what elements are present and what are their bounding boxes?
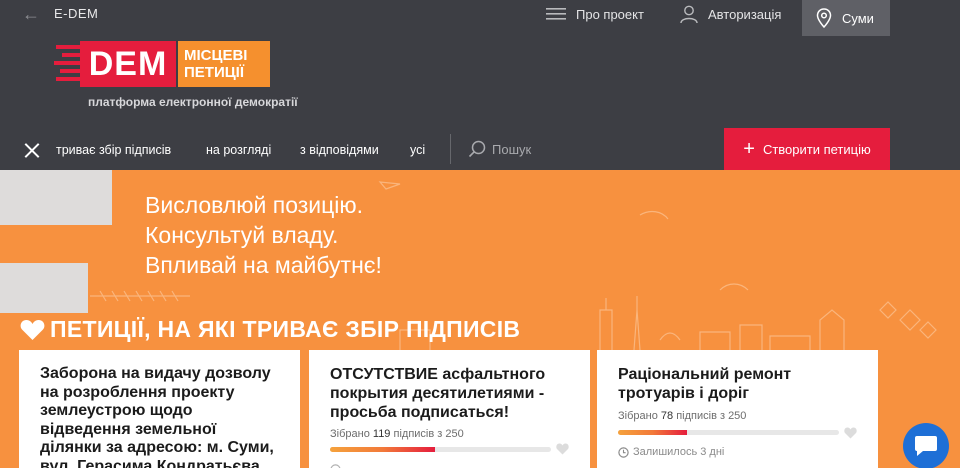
slogan-line-1: Висловлюй позицію. — [145, 192, 364, 218]
petition-card[interactable]: ОТСУТСТВИЕ асфальтного покрытия десятиле… — [309, 350, 590, 468]
header: ← E-DEM Про проект Авторизація Суми DEM … — [0, 0, 960, 130]
tab-under-review[interactable]: на розгляді — [206, 143, 271, 157]
progress-fill — [330, 447, 436, 452]
petition-card[interactable]: Заборона на видачу дозволу на розробленн… — [19, 350, 300, 468]
signed-number: 119 — [372, 428, 391, 440]
brand-link[interactable]: E-DEM — [54, 6, 98, 21]
logo-line-1: МІСЦЕВІ — [184, 47, 248, 64]
chat-button[interactable] — [903, 423, 949, 468]
tab-answered[interactable]: з відповідями — [300, 143, 379, 157]
slogan-line-2: Консультуй владу. — [145, 222, 339, 248]
nav-divider — [450, 134, 451, 164]
days-left: Залишилось 3 дні — [618, 446, 724, 458]
heart-icon — [20, 319, 45, 340]
signed-prefix: Зібрано — [618, 410, 658, 422]
petition-card[interactable]: Раціональний ремонт тротуарів і доріг Зі… — [597, 350, 878, 468]
progress-bar — [618, 430, 839, 435]
slogan-line-3: Впливай на майбутнє! — [145, 252, 382, 278]
about-label: Про проект — [576, 6, 644, 22]
plus-icon: + — [743, 137, 755, 160]
auth-label: Авторизація — [708, 6, 782, 22]
search-placeholder: Пошук — [492, 141, 532, 157]
logo-dem[interactable]: DEM — [80, 41, 176, 87]
create-petition-label: Створити петицію — [762, 141, 871, 157]
days-left-text: Залишилось 3 дні — [633, 446, 725, 458]
hero-slogan: Висловлюй позицію. Консультуй владу. Впл… — [145, 190, 382, 280]
location-pin-icon — [816, 8, 832, 28]
menu-icon — [546, 8, 566, 20]
search-icon — [468, 140, 486, 158]
logo-local-petitions[interactable]: МІСЦЕВІ ПЕТИЦІЇ — [178, 41, 270, 87]
create-petition-button[interactable]: + Створити петицію — [724, 128, 890, 170]
petition-title[interactable]: Раціональний ремонт тротуарів і доріг — [618, 365, 858, 403]
signed-suffix: підписів з 250 — [393, 428, 464, 440]
city-label: Суми — [842, 10, 874, 26]
about-link[interactable]: Про проект — [546, 5, 644, 23]
signed-number: 78 — [660, 410, 674, 422]
chat-bubble-icon — [915, 436, 937, 456]
section-title-text: ПЕТИЦІЇ, НА ЯКІ ТРИВАЄ ЗБІР ПІДПИСІВ — [50, 316, 521, 342]
heart-outline-icon[interactable] — [844, 427, 857, 439]
tab-all[interactable]: усі — [410, 143, 425, 157]
signed-suffix: підписів з 250 — [676, 410, 747, 422]
signature-count: Зібрано 78 підписів з 250 — [618, 410, 746, 422]
signature-count: Зібрано 119 підписів з 250 — [330, 428, 464, 440]
tab-collecting[interactable]: триває збір підписів — [56, 143, 171, 157]
section-title: ПЕТИЦІЇ, НА ЯКІ ТРИВАЄ ЗБІР ПІДПИСІВ — [20, 316, 520, 343]
signed-prefix: Зібрано — [330, 428, 370, 440]
city-selector[interactable]: Суми — [802, 0, 890, 36]
petition-title[interactable]: Заборона на видачу дозволу на розробленн… — [40, 365, 280, 468]
heart-outline-icon[interactable] — [556, 443, 569, 455]
logo-line-2: ПЕТИЦІЇ — [184, 64, 244, 81]
progress-bar — [330, 447, 551, 452]
clock-icon — [618, 446, 629, 458]
petition-title[interactable]: ОТСУТСТВИЕ асфальтного покрытия десятиле… — [330, 365, 570, 422]
search-input[interactable]: Пошук — [468, 140, 531, 158]
logo-tagline: платформа електронної демократії — [88, 95, 298, 109]
close-icon[interactable] — [24, 142, 40, 158]
back-arrow-icon[interactable]: ← — [22, 4, 40, 25]
progress-fill — [618, 430, 687, 435]
clock-icon — [330, 464, 341, 468]
user-icon — [680, 5, 698, 23]
auth-link[interactable]: Авторизація — [680, 5, 781, 23]
